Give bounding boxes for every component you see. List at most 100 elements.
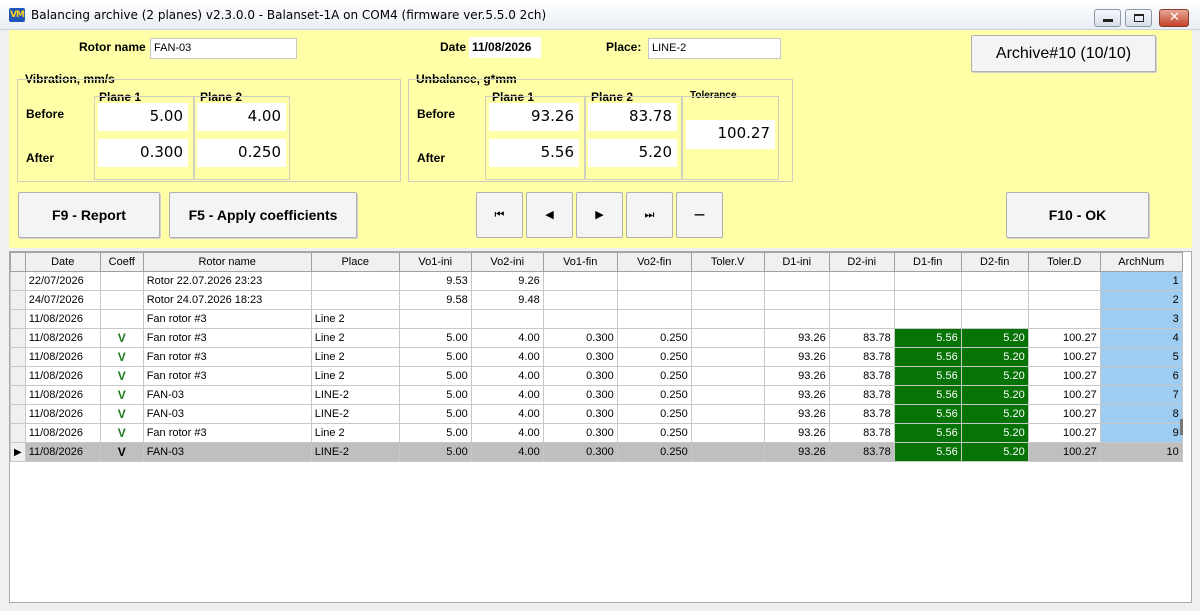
row-indicator[interactable] bbox=[10, 328, 26, 348]
archive-button[interactable]: Archive#10 (10/10) bbox=[971, 35, 1156, 72]
cell-rotor-name[interactable]: Fan rotor #3 bbox=[142, 309, 312, 329]
cell-rotor-name[interactable]: Fan rotor #3 bbox=[142, 366, 312, 386]
cell-d2-fin[interactable]: 5.20 bbox=[960, 442, 1029, 462]
cell-vo2-fin[interactable]: 0.250 bbox=[616, 385, 692, 405]
cell-vo1-fin[interactable]: 0.300 bbox=[542, 366, 618, 386]
cell-coeff[interactable]: V bbox=[99, 366, 144, 386]
table-row[interactable]: 11/08/2026 V Fan rotor #3 Line 2 5.00 4.00 0.3… bbox=[10, 347, 1183, 367]
cell-vo2-ini[interactable]: 4.00 bbox=[470, 385, 544, 405]
nav-next-button[interactable]: ▶ bbox=[576, 192, 623, 238]
cell-vo1-fin[interactable]: 0.300 bbox=[542, 347, 618, 367]
cell-place[interactable]: Line 2 bbox=[310, 366, 400, 386]
table-row[interactable]: 11/08/2026 V FAN-03 LINE-2 5.00 4.00 0.300 0.25… bbox=[10, 385, 1183, 405]
cell-archnum[interactable]: 7 bbox=[1099, 385, 1183, 405]
nav-first-button[interactable]: ⏮ bbox=[476, 192, 523, 238]
cell-toler-d[interactable] bbox=[1027, 309, 1101, 329]
cell-toler-v[interactable] bbox=[690, 385, 765, 405]
cell-rotor-name[interactable]: Fan rotor #3 bbox=[142, 423, 312, 443]
cell-vo2-fin[interactable]: 0.250 bbox=[616, 404, 692, 424]
cell-date[interactable]: 11/08/2026 bbox=[24, 347, 101, 367]
column-header[interactable]: D2-fin bbox=[960, 252, 1029, 272]
table-row[interactable]: 11/08/2026 V FAN-03 LINE-2 5.00 4.00 0.300 0.25… bbox=[10, 404, 1183, 424]
cell-vo1-fin[interactable] bbox=[542, 271, 618, 291]
cell-vo2-ini[interactable]: 4.00 bbox=[470, 366, 544, 386]
cell-toler-d[interactable]: 100.27 bbox=[1027, 385, 1101, 405]
cell-vo1-ini[interactable]: 9.58 bbox=[398, 290, 472, 310]
cell-vo2-fin[interactable]: 0.250 bbox=[616, 347, 692, 367]
cell-d1-fin[interactable] bbox=[893, 309, 962, 329]
cell-archnum[interactable]: 9 bbox=[1099, 423, 1183, 443]
cell-d1-fin[interactable]: 5.56 bbox=[893, 423, 962, 443]
table-row[interactable]: 11/08/2026 Fan rotor #3 Line 2 3 bbox=[10, 309, 1183, 329]
cell-vo1-ini[interactable]: 5.00 bbox=[398, 347, 472, 367]
column-header[interactable]: Vo2-fin bbox=[616, 252, 692, 272]
cell-d1-ini[interactable]: 93.26 bbox=[763, 347, 830, 367]
cell-d1-ini[interactable]: 93.26 bbox=[763, 423, 830, 443]
cell-d2-ini[interactable]: 83.78 bbox=[828, 423, 895, 443]
cell-archnum[interactable]: 6 bbox=[1099, 366, 1183, 386]
cell-d2-ini[interactable]: 83.78 bbox=[828, 442, 895, 462]
cell-vo2-ini[interactable]: 4.00 bbox=[470, 328, 544, 348]
column-header[interactable]: D1-fin bbox=[893, 252, 962, 272]
cell-d2-ini[interactable]: 83.78 bbox=[828, 328, 895, 348]
cell-coeff[interactable]: V bbox=[99, 347, 144, 367]
cell-coeff[interactable]: V bbox=[99, 328, 144, 348]
cell-d1-fin[interactable]: 5.56 bbox=[893, 366, 962, 386]
column-header[interactable]: Date bbox=[24, 252, 101, 272]
cell-d2-fin[interactable] bbox=[960, 309, 1029, 329]
cell-vo2-ini[interactable]: 4.00 bbox=[470, 347, 544, 367]
cell-vo2-fin[interactable]: 0.250 bbox=[616, 328, 692, 348]
cell-d2-fin[interactable] bbox=[960, 290, 1029, 310]
cell-coeff[interactable] bbox=[99, 271, 144, 291]
cell-archnum[interactable]: 1 bbox=[1099, 271, 1183, 291]
cell-date[interactable]: 11/08/2026 bbox=[24, 385, 101, 405]
cell-d1-fin[interactable]: 5.56 bbox=[893, 385, 962, 405]
table-row[interactable]: 11/08/2026 V Fan rotor #3 Line 2 5.00 4.00 0.3… bbox=[10, 328, 1183, 348]
cell-vo1-fin[interactable]: 0.300 bbox=[542, 404, 618, 424]
report-button[interactable]: F9 - Report bbox=[18, 192, 160, 238]
cell-d2-ini[interactable]: 83.78 bbox=[828, 366, 895, 386]
cell-place[interactable]: Line 2 bbox=[310, 347, 400, 367]
cell-d2-fin[interactable]: 5.20 bbox=[960, 328, 1029, 348]
column-header[interactable]: Toler.D bbox=[1027, 252, 1101, 272]
cell-place[interactable]: Line 2 bbox=[310, 328, 400, 348]
cell-d1-fin[interactable]: 5.56 bbox=[893, 404, 962, 424]
cell-place[interactable]: LINE-2 bbox=[310, 442, 400, 462]
date-field[interactable]: 11/08/2026 bbox=[469, 37, 541, 58]
cell-toler-d[interactable]: 100.27 bbox=[1027, 328, 1101, 348]
cell-d2-fin[interactable]: 5.20 bbox=[960, 404, 1029, 424]
cell-vo1-ini[interactable]: 5.00 bbox=[398, 328, 472, 348]
cell-vo1-fin[interactable]: 0.300 bbox=[542, 442, 618, 462]
archive-grid[interactable]: Date Coeff Rotor name Place Vo1-ini Vo2-ini Vo… bbox=[9, 251, 1192, 603]
cell-coeff[interactable]: V bbox=[99, 385, 144, 405]
cell-toler-v[interactable] bbox=[690, 423, 765, 443]
cell-archnum[interactable]: 3 bbox=[1099, 309, 1183, 329]
row-indicator[interactable]: ▶ bbox=[10, 442, 26, 462]
table-row[interactable]: 22/07/2026 Rotor 22.07.2026 23:23 9.53 9.26… bbox=[10, 271, 1183, 291]
cell-vo1-ini[interactable] bbox=[398, 309, 472, 329]
column-header[interactable]: Rotor name bbox=[142, 252, 312, 272]
cell-vo1-ini[interactable]: 5.00 bbox=[398, 385, 472, 405]
cell-vo2-ini[interactable]: 9.48 bbox=[470, 290, 544, 310]
place-field[interactable]: LINE-2 bbox=[648, 38, 781, 59]
cell-d2-ini[interactable] bbox=[828, 290, 895, 310]
cell-toler-v[interactable] bbox=[690, 290, 765, 310]
column-header[interactable]: Vo1-fin bbox=[542, 252, 618, 272]
cell-toler-v[interactable] bbox=[690, 328, 765, 348]
cell-place[interactable]: Line 2 bbox=[310, 423, 400, 443]
cell-date[interactable]: 11/08/2026 bbox=[24, 309, 101, 329]
column-header[interactable]: Coeff bbox=[99, 252, 144, 272]
cell-vo1-fin[interactable] bbox=[542, 290, 618, 310]
cell-toler-d[interactable]: 100.27 bbox=[1027, 404, 1101, 424]
cell-d2-fin[interactable]: 5.20 bbox=[960, 385, 1029, 405]
nav-prev-button[interactable]: ◀ bbox=[526, 192, 573, 238]
table-row[interactable]: 11/08/2026 V Fan rotor #3 Line 2 5.00 4.00 0.3… bbox=[10, 366, 1183, 386]
cell-vo2-fin[interactable]: 0.250 bbox=[616, 366, 692, 386]
cell-coeff[interactable] bbox=[99, 309, 144, 329]
cell-vo1-fin[interactable]: 0.300 bbox=[542, 328, 618, 348]
cell-d2-ini[interactable]: 83.78 bbox=[828, 385, 895, 405]
cell-d1-fin[interactable]: 5.56 bbox=[893, 442, 962, 462]
cell-d1-ini[interactable]: 93.26 bbox=[763, 366, 830, 386]
cell-archnum[interactable]: 2 bbox=[1099, 290, 1183, 310]
cell-place[interactable] bbox=[310, 290, 400, 310]
